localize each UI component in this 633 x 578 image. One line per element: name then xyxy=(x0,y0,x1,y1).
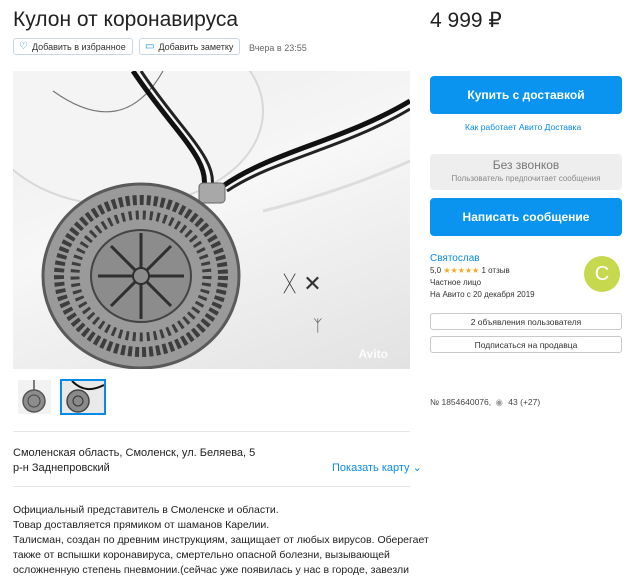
subscribe-label: Подписаться на продавца xyxy=(474,339,578,350)
main-photo[interactable]: ᚷ ✕ ᛉ Avito xyxy=(13,71,410,369)
add-to-favorites-button[interactable]: ♡ Добавить в избранное xyxy=(13,38,133,55)
star-rating-icon: ★★★★★ xyxy=(443,266,480,275)
write-message-label: Написать сообщение xyxy=(462,210,590,224)
views-count: 43 (+27) xyxy=(508,397,541,407)
show-map-link[interactable]: Показать карту ⌄ xyxy=(332,461,422,474)
svg-text:ᚷ ✕: ᚷ ✕ xyxy=(283,272,322,297)
avatar[interactable]: С xyxy=(584,256,620,292)
add-note-button[interactable]: ▭ Добавить заметку xyxy=(139,38,241,55)
seller-since: На Авито с 20 декабря 2019 xyxy=(430,290,535,299)
svg-text:ᛉ: ᛉ xyxy=(313,316,323,335)
district: р-н Заднепровский xyxy=(13,462,110,474)
ad-stats: № 1854640076, ◉ 43 (+27) xyxy=(430,397,540,408)
buy-with-delivery-button[interactable]: Купить с доставкой xyxy=(430,76,622,114)
chevron-down-icon: ⌄ xyxy=(412,462,422,474)
photo-thumbnail-selected[interactable] xyxy=(60,379,106,415)
description-line: Товар доставляется прямиком от шаманов К… xyxy=(13,519,270,531)
reviews-link[interactable]: 1 отзыв xyxy=(481,266,509,275)
no-calls-title: Без звонков xyxy=(492,158,560,172)
description-line: осложненную степень пневмонии.(сейчас уж… xyxy=(13,564,410,576)
ad-price: 4 999 ₽ xyxy=(430,9,502,32)
pendant-thumb-icon xyxy=(62,381,104,413)
subscribe-button[interactable]: Подписаться на продавца xyxy=(430,336,622,353)
rating-value: 5,0 xyxy=(430,266,442,275)
no-calls-box: Без звонков Пользователь предпочитает со… xyxy=(430,154,622,190)
publish-date: Вчера в 23:55 xyxy=(249,43,307,53)
seller-rating: 5,0 ★★★★★ 1 отзыв xyxy=(430,266,510,275)
description-line: Официальный представитель в Смоленске и … xyxy=(13,504,279,516)
write-message-button[interactable]: Написать сообщение xyxy=(430,198,622,236)
pendant-photo: ᚷ ✕ ᛉ xyxy=(13,71,410,369)
photo-thumbnail[interactable] xyxy=(18,380,51,414)
show-map-label: Показать карту xyxy=(332,462,410,474)
eye-icon: ◉ xyxy=(495,397,503,407)
add-to-favorites-label: Добавить в избранное xyxy=(31,41,126,52)
no-calls-subtitle: Пользователь предпочитает сообщения xyxy=(451,174,601,183)
user-ads-button[interactable]: 2 объявления пользователя xyxy=(430,313,622,330)
user-ads-label: 2 объявления пользователя xyxy=(470,316,582,327)
address: Смоленская область, Смоленск, ул. Беляев… xyxy=(13,447,256,459)
description: Официальный представитель в Смоленске и … xyxy=(13,503,429,578)
seller-type: Частное лицо xyxy=(430,278,482,287)
divider xyxy=(13,486,410,487)
seller-name-link[interactable]: Святослав xyxy=(430,253,480,264)
pendant-thumb-icon xyxy=(18,380,51,414)
heart-icon: ♡ xyxy=(19,41,28,52)
note-icon: ▭ xyxy=(145,41,155,52)
divider xyxy=(13,431,410,432)
description-line: также от вспышки коронавируса, смертельн… xyxy=(13,549,390,561)
delivery-info-link[interactable]: Как работает Авито Доставка xyxy=(465,122,581,132)
ad-number: № 1854640076, xyxy=(430,397,492,407)
avito-watermark: Avito xyxy=(358,347,388,361)
buy-with-delivery-label: Купить с доставкой xyxy=(467,88,585,102)
add-note-label: Добавить заметку xyxy=(158,41,234,52)
description-line: Талисман, создан по древним инструкциям,… xyxy=(13,534,429,546)
ad-title: Кулон от коронавируса xyxy=(13,8,239,31)
